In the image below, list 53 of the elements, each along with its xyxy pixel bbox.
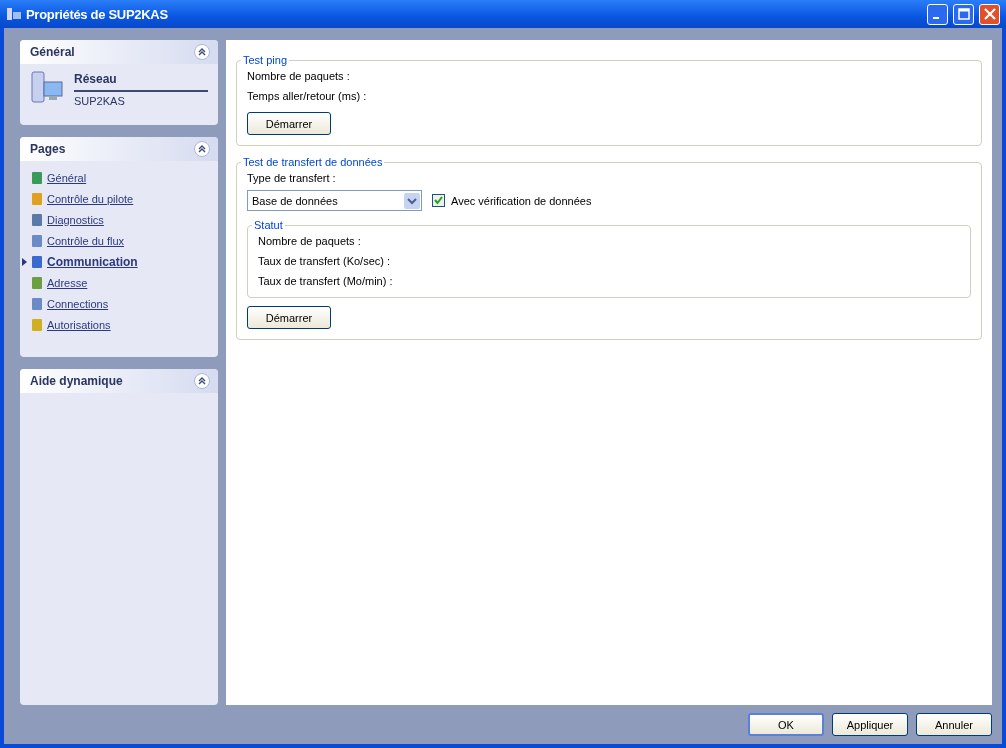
chevron-icon [197,376,207,386]
collapse-button[interactable] [194,44,210,60]
close-button[interactable] [979,3,1000,25]
page-icon [30,212,44,227]
field-label: Nombre de paquets : [258,234,362,249]
field-label: Temps aller/retour (ms) : [247,89,368,104]
checkbox[interactable] [432,194,445,207]
page-icon [30,233,44,248]
field-label: Taux de transfert (Mo/min) : [258,274,394,289]
maximize-button[interactable] [953,3,974,25]
page-icon [30,296,44,311]
collapse-button[interactable] [194,373,210,389]
page-link[interactable]: Communication [47,254,138,269]
maximize-icon [957,8,970,20]
transfer-type-dropdown[interactable]: Base de données [247,190,422,211]
page-icon [30,317,44,332]
page-link[interactable]: Autorisations [47,318,111,331]
group-title: Test ping [242,54,289,66]
page-link[interactable]: Contrôle du pilote [47,192,134,205]
field-label: Nombre de paquets : [247,69,351,84]
collapse-button[interactable] [194,141,210,157]
computer-icon [30,70,64,104]
group-title: Test de transfert de données [242,156,384,168]
page-icon [30,275,44,290]
minimize-icon [932,17,939,19]
chevron-icon [197,47,207,57]
panel-title: Aide dynamique [30,374,123,388]
panel-title: Général [30,45,75,59]
close-icon [983,8,996,20]
start-button[interactable]: Démarrer [247,306,331,329]
dialog-button[interactable]: OK [748,713,824,736]
computer-name: SUP2KAS [74,94,126,107]
field-label: Taux de transfert (Ko/sec) : [258,254,392,269]
window-icon [6,6,22,22]
dialog-button[interactable]: Annuler [916,713,992,736]
group-title: Statut [253,219,284,231]
window-title: Propriétés de SUP2KAS [26,6,168,22]
start-button[interactable]: Démarrer [247,112,331,135]
panel-title: Pages [30,142,66,156]
chevron-icon [197,144,207,154]
page-icon [30,254,44,269]
page-link[interactable]: Diagnostics [47,213,104,226]
page-link[interactable]: Adresse [47,276,88,289]
minimize-button[interactable] [927,3,948,25]
page-link[interactable]: Général [47,171,87,184]
checkbox-label: Avec vérification de données [451,194,592,207]
page-link[interactable]: Connections [47,297,109,310]
page-icon [30,170,44,185]
page-icon [30,191,44,206]
page-link[interactable]: Contrôle du flux [47,234,125,247]
field-label: Type de transfert : [247,171,337,186]
section-heading: Réseau [74,70,208,92]
dialog-button[interactable]: Appliquer [832,713,908,736]
